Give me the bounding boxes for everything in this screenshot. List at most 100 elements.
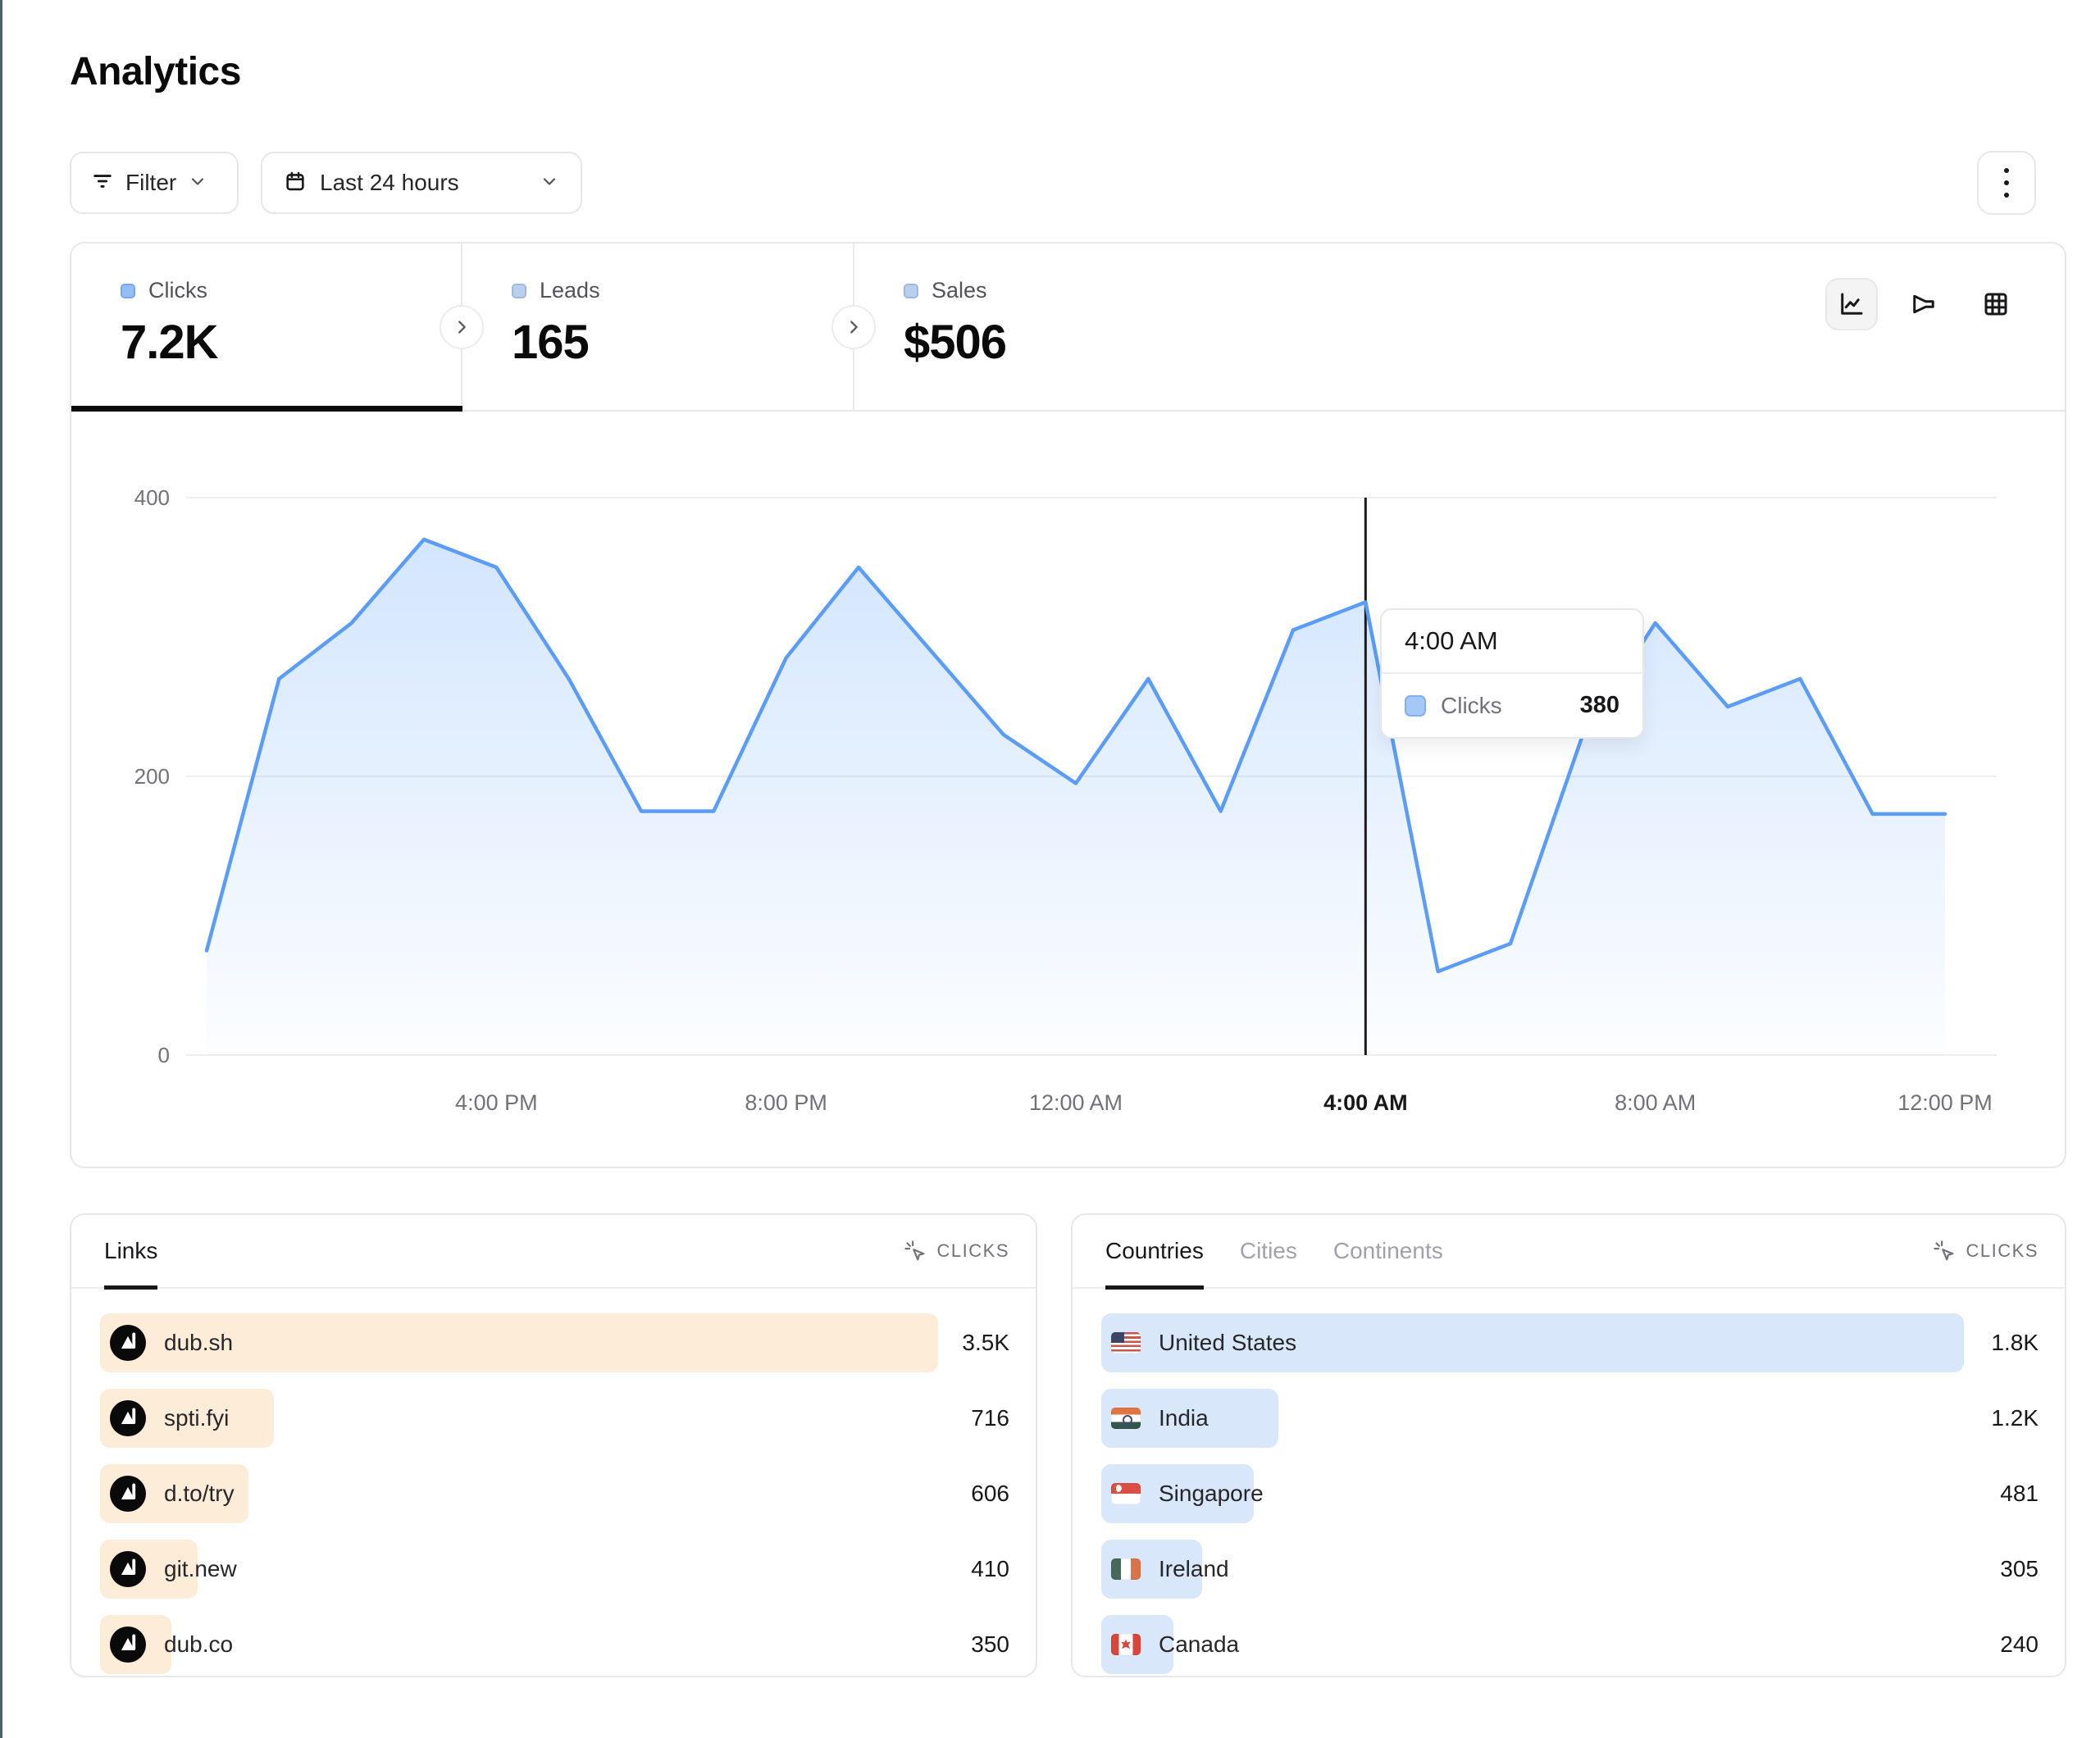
- analytics-chart-card: Clicks 7.2K Leads 165 Sales $506: [70, 242, 2066, 1168]
- filter-button-label: Filter: [125, 170, 176, 196]
- list-item-label: India: [1159, 1405, 1209, 1431]
- line-chart-view-button[interactable]: [1825, 278, 1878, 330]
- funnel-chart-icon: [1909, 289, 1938, 319]
- chevron-right-icon: [845, 318, 863, 336]
- stat-value: 165: [512, 315, 854, 370]
- list-item[interactable]: d.to/try 606: [100, 1464, 1011, 1523]
- links-panel: Links CLICKS dub.sh 3.5K spti.fyi 716 d.to/t…: [70, 1213, 1037, 1677]
- tab-links[interactable]: Links: [104, 1215, 157, 1287]
- page-title: Analytics: [70, 49, 241, 94]
- y-axis-tick-label: 0: [158, 1043, 170, 1067]
- chevron-right-icon: [453, 318, 471, 336]
- list-item[interactable]: Singapore481: [1101, 1464, 2040, 1523]
- countries-panel: Countries Cities Continents CLICKS Unite…: [1071, 1213, 2066, 1677]
- list-item[interactable]: spti.fyi 716: [100, 1389, 1011, 1448]
- tooltip-series-label: Clicks: [1441, 693, 1502, 719]
- cursor-click-icon: [1932, 1239, 1957, 1263]
- chevron-down-icon: [540, 171, 559, 195]
- list-item-value: 606: [971, 1481, 1009, 1507]
- list-item[interactable]: Canada240: [1101, 1615, 2040, 1674]
- chart-area-fill: [207, 539, 1945, 1055]
- more-options-button[interactable]: [1977, 151, 2036, 215]
- tab-cities[interactable]: Cities: [1240, 1215, 1297, 1287]
- stat-label: Leads: [540, 278, 600, 303]
- list-item-value: 1.2K: [1991, 1405, 2039, 1431]
- filter-icon: [91, 170, 114, 197]
- funnel-view-button[interactable]: [1897, 278, 1950, 330]
- list-item[interactable]: United States 1.8K: [1101, 1313, 2040, 1372]
- date-range-button[interactable]: Last 24 hours: [261, 152, 582, 214]
- metric-label: CLICKS: [1966, 1240, 2039, 1262]
- singapore-flag-icon: [1111, 1483, 1141, 1504]
- list-item[interactable]: dub.co 350: [100, 1615, 1011, 1674]
- list-item-label: dub.sh: [164, 1330, 233, 1356]
- stat-value: 7.2K: [121, 315, 462, 370]
- list-item[interactable]: India 1.2K: [1101, 1389, 2040, 1448]
- x-axis-tick-label: 4:00 AM: [1323, 1090, 1408, 1115]
- active-tab-underline: [71, 406, 462, 412]
- kebab-dot: [2004, 168, 2009, 173]
- kebab-dot: [2004, 180, 2009, 185]
- dub-logo-icon: [110, 1400, 146, 1436]
- list-item[interactable]: git.new 410: [100, 1540, 1011, 1599]
- analytics-page: Analytics Filter Last 24 hours Clicks: [0, 0, 2100, 1738]
- list-item-label: Ireland: [1159, 1556, 1229, 1582]
- india-flag-icon: [1111, 1408, 1141, 1429]
- calendar-icon: [284, 170, 307, 197]
- list-item-label: dub.co: [164, 1631, 233, 1658]
- countries-list: United States 1.8K India 1.2K Singapore481 Ir…: [1073, 1289, 2065, 1674]
- list-item-value: 481: [2000, 1481, 2039, 1507]
- line-chart-icon: [1837, 289, 1866, 319]
- metric-label: CLICKS: [937, 1240, 1009, 1262]
- x-axis-tick-label: 12:00 PM: [1897, 1090, 1993, 1115]
- leads-legend-square-icon: [512, 284, 526, 298]
- tooltip-time: 4:00 AM: [1382, 610, 1642, 674]
- tab-continents[interactable]: Continents: [1333, 1215, 1443, 1287]
- grid-table-icon: [1981, 289, 2011, 319]
- sales-legend-square-icon: [904, 284, 918, 298]
- chevron-down-icon: [188, 171, 207, 195]
- stat-tabs: Clicks 7.2K Leads 165 Sales $506: [71, 243, 2065, 412]
- list-item-value: 240: [2000, 1631, 2039, 1658]
- list-item-label: spti.fyi: [164, 1405, 229, 1431]
- list-item-value: 716: [971, 1405, 1009, 1431]
- clicks-legend-square-icon: [121, 284, 135, 298]
- x-axis-tick-label: 8:00 PM: [745, 1090, 827, 1115]
- x-axis-tick-label: 12:00 AM: [1029, 1090, 1123, 1115]
- tab-clicks[interactable]: Clicks 7.2K: [71, 243, 462, 410]
- kebab-dot: [2004, 193, 2009, 198]
- list-item-value: 350: [971, 1631, 1009, 1658]
- list-item-value: 1.8K: [1991, 1330, 2039, 1356]
- links-metric-chip[interactable]: CLICKS: [903, 1239, 1009, 1263]
- list-item[interactable]: Ireland 305: [1101, 1540, 2040, 1599]
- x-axis-tick-label: 8:00 AM: [1615, 1090, 1696, 1115]
- tab-sales[interactable]: Sales $506: [854, 243, 1264, 410]
- tab-countries[interactable]: Countries: [1105, 1215, 1204, 1287]
- list-item-label: d.to/try: [164, 1481, 235, 1507]
- tab-leads[interactable]: Leads 165: [462, 243, 854, 410]
- list-item-value: 305: [2000, 1556, 2039, 1582]
- y-axis-tick-label: 400: [134, 485, 170, 510]
- chart-canvas[interactable]: 02004004:00 PM8:00 PM12:00 AM4:00 AM8:00…: [71, 412, 2065, 1168]
- list-item-label: git.new: [164, 1556, 237, 1582]
- stat-label: Clicks: [148, 278, 207, 303]
- list-item[interactable]: dub.sh 3.5K: [100, 1313, 1011, 1372]
- dub-logo-icon: [110, 1627, 146, 1663]
- list-item-value: 3.5K: [962, 1330, 1009, 1356]
- list-item-label: United States: [1159, 1330, 1296, 1356]
- expand-clicks-leads-button[interactable]: [440, 305, 484, 349]
- links-list: dub.sh 3.5K spti.fyi 716 d.to/try 606 git.new 4…: [71, 1289, 1036, 1674]
- table-view-button[interactable]: [1970, 278, 2022, 330]
- window-edge-strip: [0, 0, 2, 1738]
- stat-value: $506: [904, 315, 1264, 370]
- list-item-value: 410: [971, 1556, 1009, 1582]
- y-axis-tick-label: 200: [134, 764, 170, 789]
- chart-type-switcher: [1825, 278, 2022, 330]
- stat-label: Sales: [932, 278, 987, 303]
- clicks-timeseries-chart[interactable]: 02004004:00 PM8:00 PM12:00 AM4:00 AM8:00…: [71, 412, 2065, 1168]
- canada-flag-icon: [1111, 1634, 1141, 1655]
- filter-button[interactable]: Filter: [70, 152, 239, 214]
- expand-leads-sales-button[interactable]: [831, 305, 876, 349]
- date-range-label: Last 24 hours: [320, 170, 459, 196]
- countries-metric-chip[interactable]: CLICKS: [1932, 1239, 2039, 1263]
